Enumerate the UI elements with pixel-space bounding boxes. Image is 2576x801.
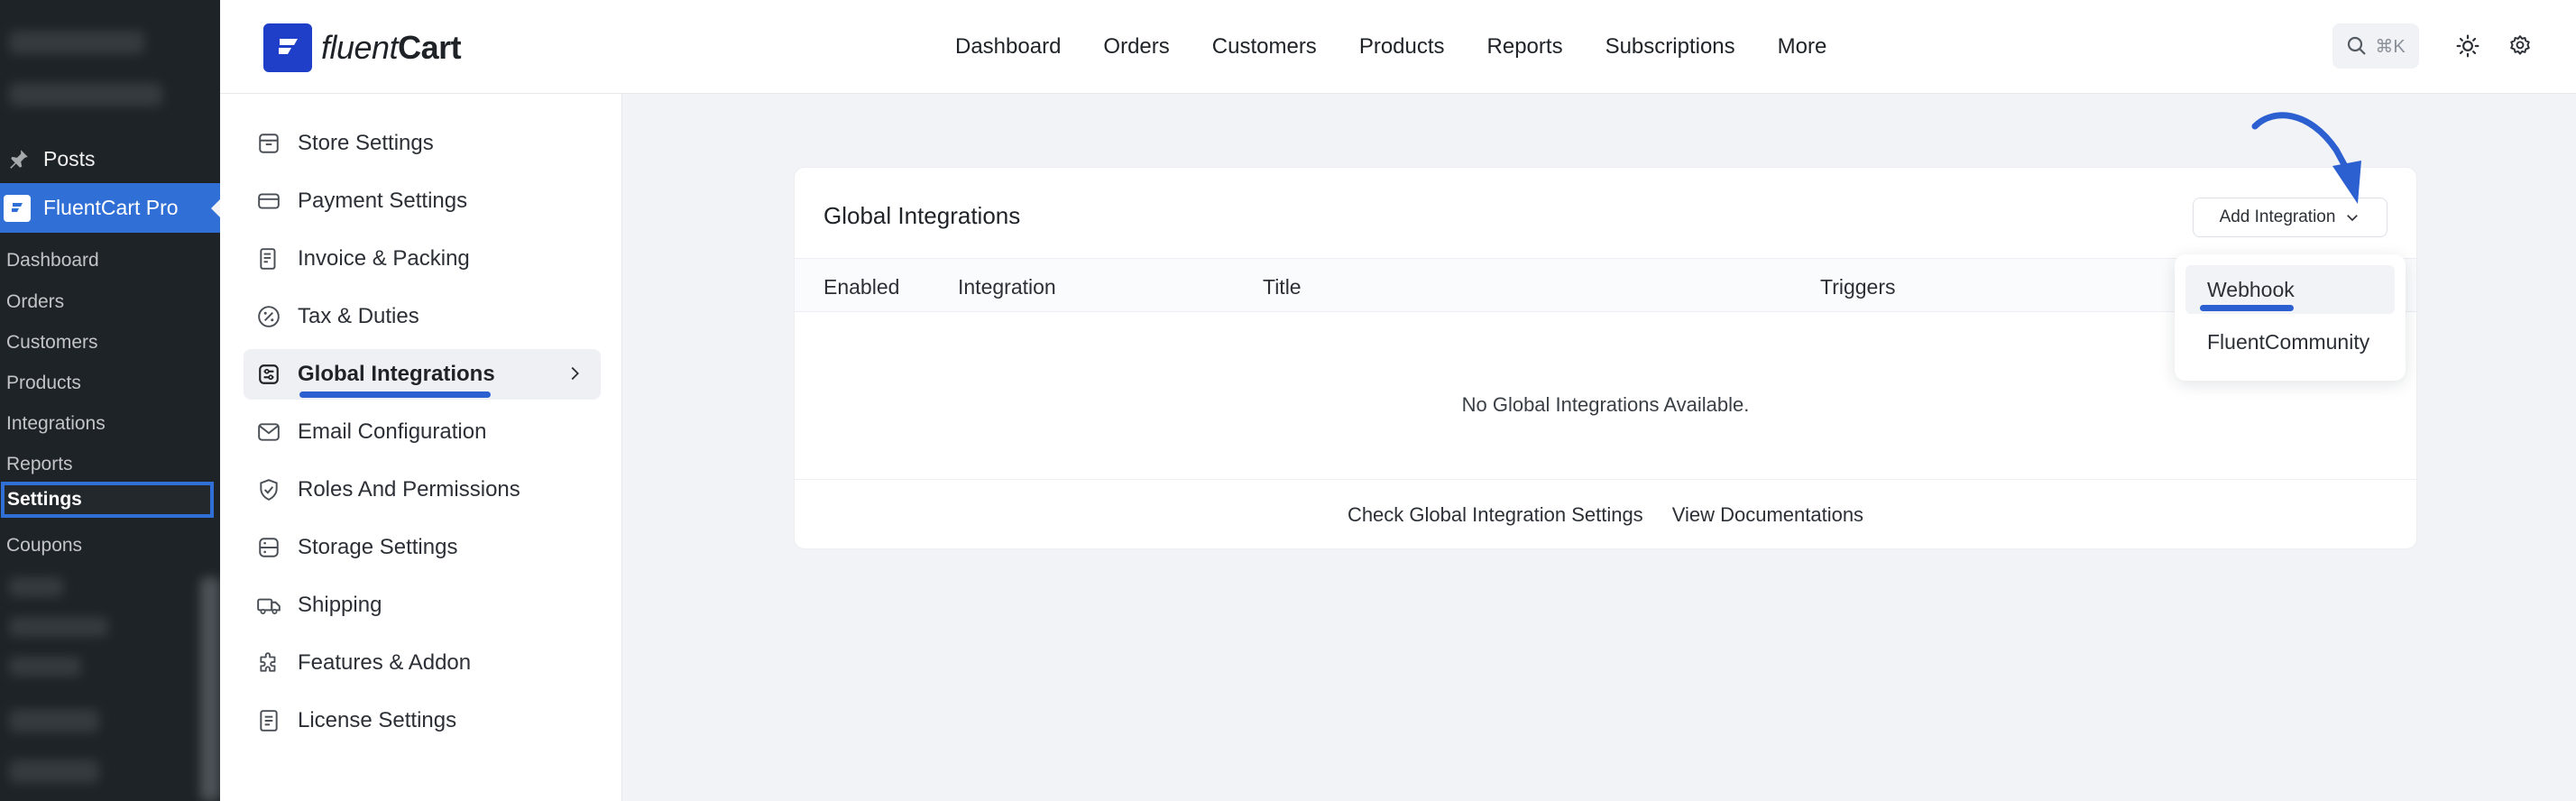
nav-products[interactable]: Products <box>1359 34 1445 60</box>
credit-card-icon <box>256 189 281 214</box>
store-icon <box>256 131 281 156</box>
blurred-menu-item <box>9 657 81 677</box>
wp-menu-posts[interactable]: Posts <box>0 137 220 180</box>
brand-logo[interactable]: fluentCart <box>263 23 462 72</box>
wp-submenu-orders[interactable]: Orders <box>0 284 220 320</box>
global-integrations-card: Global Integrations Add Integration Enab… <box>794 167 2417 549</box>
theme-toggle-button[interactable] <box>2448 23 2488 69</box>
menu-payment-settings[interactable]: Payment Settings <box>244 176 601 226</box>
search-icon <box>2348 36 2367 55</box>
shield-check-icon <box>256 477 281 502</box>
wp-submenu-coupons[interactable]: Coupons <box>0 528 220 564</box>
wp-submenu-integrations[interactable]: Integrations <box>0 406 220 442</box>
menu-store-settings[interactable]: Store Settings <box>244 118 601 169</box>
search-button[interactable]: ⌘K <box>2332 23 2419 69</box>
nav-dashboard[interactable]: Dashboard <box>955 34 1061 60</box>
truck-icon <box>256 593 281 618</box>
add-integration-label: Add Integration <box>2219 207 2336 226</box>
top-nav: Dashboard Orders Customers Products Repo… <box>955 0 1869 94</box>
wp-menu-fluentcart-pro[interactable]: FluentCart Pro <box>0 183 221 233</box>
wp-submenu-reports[interactable]: Reports <box>0 447 220 483</box>
dropdown-item-fluentcommunity[interactable]: FluentCommunity <box>2185 318 2395 366</box>
integrations-icon <box>256 362 281 387</box>
col-title: Title <box>1263 275 1302 299</box>
menu-label: License Settings <box>298 708 457 732</box>
puzzle-icon <box>256 650 281 676</box>
chevron-right-icon <box>571 366 579 381</box>
blurred-menu-item <box>9 577 63 597</box>
menu-storage-settings[interactable]: Storage Settings <box>244 522 601 573</box>
percent-icon <box>256 304 281 329</box>
card-title: Global Integrations <box>823 202 1021 229</box>
highlight-underline <box>299 391 491 398</box>
search-shortcut: ⌘K <box>2375 36 2406 57</box>
wp-submenu-customers[interactable]: Customers <box>0 325 220 361</box>
blurred-edge <box>200 577 220 801</box>
nav-subscriptions[interactable]: Subscriptions <box>1605 34 1735 60</box>
card-footer: Check Global Integration Settings View D… <box>795 479 2416 549</box>
menu-label: Features & Addon <box>298 650 472 675</box>
brand-name-light: fluent <box>321 29 399 66</box>
col-enabled: Enabled <box>823 275 900 299</box>
wp-admin-sidebar: Posts FluentCart Pro Dashboard Orders Cu… <box>0 0 221 801</box>
invoice-icon <box>256 246 281 272</box>
settings-button[interactable] <box>2500 23 2540 69</box>
nav-more[interactable]: More <box>1778 34 1827 60</box>
menu-tax-duties[interactable]: Tax & Duties <box>244 291 601 342</box>
nav-customers[interactable]: Customers <box>1212 34 1317 60</box>
gear-icon <box>2510 35 2530 55</box>
menu-label: Global Integrations <box>298 362 495 386</box>
menu-shipping[interactable]: Shipping <box>244 580 601 631</box>
menu-label: Store Settings <box>298 131 434 155</box>
menu-label: Tax & Duties <box>298 304 419 328</box>
col-triggers: Triggers <box>1820 275 1896 299</box>
license-icon <box>256 708 281 733</box>
annotation-arrow-icon <box>2251 112 2361 204</box>
add-integration-dropdown: Webhook FluentCommunity <box>2175 254 2406 381</box>
wp-submenu-products[interactable]: Products <box>0 365 220 401</box>
fluentcart-icon <box>4 194 31 222</box>
nav-reports[interactable]: Reports <box>1487 34 1563 60</box>
menu-roles-permissions[interactable]: Roles And Permissions <box>244 465 601 515</box>
settings-menu: Store Settings Payment Settings Invoice … <box>220 94 622 801</box>
fluentcart-logo-icon <box>263 23 312 72</box>
menu-label: Shipping <box>298 593 382 617</box>
top-bar: fluentCart Dashboard Orders Customers Pr… <box>220 0 2576 94</box>
brand-name-bold: Cart <box>398 29 462 66</box>
blurred-menu-item <box>9 617 108 637</box>
wp-menu-posts-label: Posts <box>43 146 96 170</box>
blurred-menu-item <box>9 760 99 783</box>
blurred-menu-item <box>9 709 99 732</box>
menu-label: Payment Settings <box>298 189 468 213</box>
menu-label: Email Configuration <box>298 419 487 444</box>
menu-label: Storage Settings <box>298 535 458 559</box>
wp-menu-fluentcart-label: FluentCart Pro <box>43 196 179 219</box>
blurred-menu-item <box>9 83 162 106</box>
pin-icon <box>10 150 28 169</box>
menu-invoice-packing[interactable]: Invoice & Packing <box>244 234 601 284</box>
table-header: Enabled Integration Title Triggers <box>795 258 2416 312</box>
menu-email-configuration[interactable]: Email Configuration <box>244 407 601 457</box>
wp-submenu-settings[interactable]: Settings <box>1 482 214 518</box>
top-actions: ⌘K <box>2332 23 2540 69</box>
empty-state-message: No Global Integrations Available. <box>1461 393 1750 416</box>
menu-label: Roles And Permissions <box>298 477 520 502</box>
menu-features-addon[interactable]: Features & Addon <box>244 638 601 688</box>
chevron-down-icon <box>2347 215 2359 222</box>
mail-icon <box>256 419 281 445</box>
col-integration: Integration <box>958 275 1056 299</box>
menu-label: Invoice & Packing <box>298 246 470 271</box>
nav-orders[interactable]: Orders <box>1103 34 1169 60</box>
highlight-underline <box>2200 305 2294 311</box>
menu-license-settings[interactable]: License Settings <box>244 695 601 746</box>
view-docs-link[interactable]: View Documentations <box>1672 503 1863 527</box>
storage-icon <box>256 535 281 560</box>
wp-submenu-dashboard[interactable]: Dashboard <box>0 243 220 279</box>
check-settings-link[interactable]: Check Global Integration Settings <box>1348 503 1643 527</box>
blurred-menu-item <box>9 31 144 54</box>
sun-icon <box>2456 34 2479 58</box>
